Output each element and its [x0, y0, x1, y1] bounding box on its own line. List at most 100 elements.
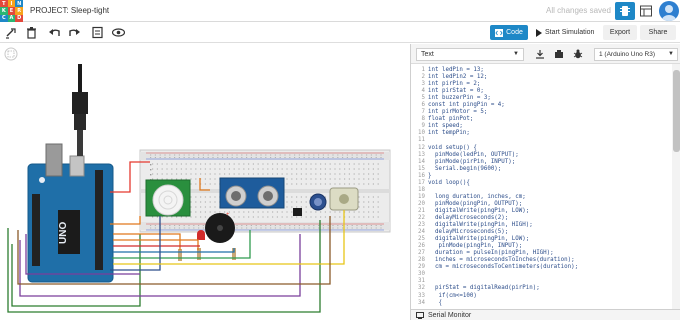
line-number: 25 [418, 236, 425, 243]
temperature-sensor[interactable] [293, 208, 302, 216]
code-line[interactable]: 7 int pirMotor = 5; [411, 109, 671, 116]
line-text: pirStat = digitalRead(pirPin); [428, 285, 540, 292]
code-line[interactable]: 6 const int pingPin = 4; [411, 102, 671, 109]
code-line[interactable]: 21 digitalWrite(pingPin, LOW); [411, 208, 671, 215]
code-line[interactable]: 19 long duration, inches, cm; [411, 194, 671, 201]
code-editor[interactable]: 1 int ledPin = 13; 2 int ledPin2 = 12; 3 int … [411, 64, 671, 309]
code-line[interactable]: 34 { [411, 300, 671, 307]
code-line[interactable]: 33 if(cm<=100) [411, 293, 671, 300]
code-line[interactable]: 9 int speed; [411, 123, 671, 130]
debugger-bug-icon[interactable] [573, 49, 583, 59]
editor-toolbar: Code Start Simulation Export Share [0, 22, 680, 43]
circuit-view-button[interactable] [615, 2, 635, 20]
code-line[interactable]: 4 int pirStat = 0; [411, 88, 671, 95]
dc-motor[interactable] [329, 187, 359, 211]
line-text: pinMode(pingPin, INPUT); [428, 243, 523, 250]
tinkercad-editor: TIN KER CAD PROJECT: Sleep-tight All cha… [0, 0, 680, 320]
code-line[interactable]: 17 void loop(){ [411, 180, 671, 187]
line-text: float pinPot; [428, 116, 474, 123]
code-line[interactable]: 12 void setup() { [411, 145, 671, 152]
play-icon [536, 28, 542, 37]
code-line[interactable]: 8 float pinPot; [411, 116, 671, 123]
code-mode-value: Text [421, 51, 434, 58]
line-number: 34 [418, 299, 425, 306]
line-text: } [428, 172, 432, 179]
line-number: 8 [421, 116, 426, 123]
ultrasonic-sensor[interactable] [219, 177, 285, 209]
code-line[interactable]: 14 pinMode(pirPin, INPUT); [411, 159, 671, 166]
upload-libraries-icon[interactable] [554, 49, 564, 59]
scroll-thumb[interactable] [673, 70, 680, 152]
visibility-icon[interactable] [112, 26, 125, 39]
code-line[interactable]: 32 pirStat = digitalRead(pirPin); [411, 285, 671, 292]
code-line[interactable]: 16} [411, 173, 671, 180]
code-line[interactable]: 31 [411, 278, 671, 285]
rotate-icon[interactable] [5, 26, 18, 39]
code-line[interactable]: 1 int ledPin = 13; [411, 67, 671, 74]
line-number: 22 [418, 214, 425, 221]
code-line[interactable]: 2 int ledPin2 = 12; [411, 74, 671, 81]
potentiometer[interactable] [309, 193, 327, 211]
code-line[interactable]: 20 pinMode(pingPin, OUTPUT); [411, 201, 671, 208]
line-text: digitalWrite(pingPin, HIGH); [428, 222, 533, 229]
code-line[interactable]: 26 pinMode(pingPin, INPUT); [411, 243, 671, 250]
line-number: 7 [421, 109, 426, 116]
code-line[interactable]: 29 cm = microsecondsToCentimeters(durati… [411, 264, 671, 271]
line-text: delayMicroseconds(5); [428, 229, 509, 236]
led-red[interactable] [197, 230, 205, 240]
user-avatar[interactable] [659, 1, 679, 21]
serial-monitor-toggle[interactable]: Serial Monitor [411, 309, 680, 320]
circuit-drawing[interactable]: UNO + [0, 44, 410, 320]
pir-sensor[interactable] [145, 179, 191, 217]
circuit-canvas[interactable]: UNO + [0, 44, 410, 320]
save-status: All changes saved [546, 6, 611, 15]
undo-icon[interactable] [48, 26, 61, 39]
download-icon[interactable] [535, 49, 545, 59]
svg-text:+: + [226, 212, 230, 218]
code-line[interactable]: 15 Serial.begin(9600); [411, 166, 671, 173]
list-view-icon[interactable] [640, 5, 652, 17]
code-line[interactable]: 23 digitalWrite(pingPin, HIGH); [411, 222, 671, 229]
arduino-uno[interactable]: UNO [27, 64, 114, 283]
line-number: 23 [418, 222, 425, 229]
code-mode-select[interactable]: Text ▼ [416, 48, 524, 61]
code-line[interactable]: 5 int buzzerPin = 3; [411, 95, 671, 102]
delete-icon[interactable] [25, 26, 38, 39]
code-line[interactable]: 3 int pirPin = 2; [411, 81, 671, 88]
tinkercad-logo[interactable]: TIN KER CAD [0, 0, 23, 22]
notes-icon[interactable] [91, 26, 104, 39]
code-line[interactable]: 18 [411, 187, 671, 194]
code-line[interactable]: 27 duration = pulseIn(pingPin, HIGH); [411, 250, 671, 257]
code-line[interactable]: 11 [411, 137, 671, 144]
line-number: 1 [421, 67, 426, 73]
line-number: 2 [421, 74, 426, 81]
code-line[interactable]: 25 digitalWrite(pingPin, LOW); [411, 236, 671, 243]
code-button[interactable]: Code [490, 25, 528, 40]
code-scrollbar[interactable] [672, 64, 680, 309]
code-panel: Text ▼ 1 (Arduino Uno R3) ▼ 1 int ledPin … [410, 44, 680, 320]
project-title[interactable]: PROJECT: Sleep-tight [30, 6, 109, 15]
line-number: 27 [418, 250, 425, 257]
board-select[interactable]: 1 (Arduino Uno R3) ▼ [594, 48, 678, 61]
code-line[interactable]: 24 delayMicroseconds(5); [411, 229, 671, 236]
redo-icon[interactable] [68, 26, 81, 39]
line-text: Serial.begin(9600); [428, 165, 502, 172]
line-number: 28 [418, 257, 425, 264]
code-line[interactable]: 30 [411, 271, 671, 278]
start-simulation-button[interactable]: Start Simulation [532, 25, 598, 40]
line-number: 12 [418, 144, 425, 151]
code-line[interactable]: 28 inches = microsecondsToInches(duratio… [411, 257, 671, 264]
monitor-icon [416, 311, 424, 319]
share-button[interactable]: Share [640, 25, 676, 40]
code-line[interactable]: 22 delayMicroseconds(2); [411, 215, 671, 222]
serial-monitor-label: Serial Monitor [428, 311, 472, 319]
line-number: 16 [418, 172, 425, 179]
line-text: const int pingPin = 4; [428, 102, 505, 109]
code-line[interactable]: 10 int tempPin; [411, 130, 671, 137]
line-number: 17 [418, 179, 425, 186]
code-line[interactable]: 13 pinMode(ledPin, OUTPUT); [411, 152, 671, 159]
line-number: 13 [418, 151, 425, 158]
line-number: 18 [418, 186, 425, 193]
export-button[interactable]: Export [603, 25, 637, 40]
line-text: int buzzerPin = 3; [428, 95, 491, 102]
